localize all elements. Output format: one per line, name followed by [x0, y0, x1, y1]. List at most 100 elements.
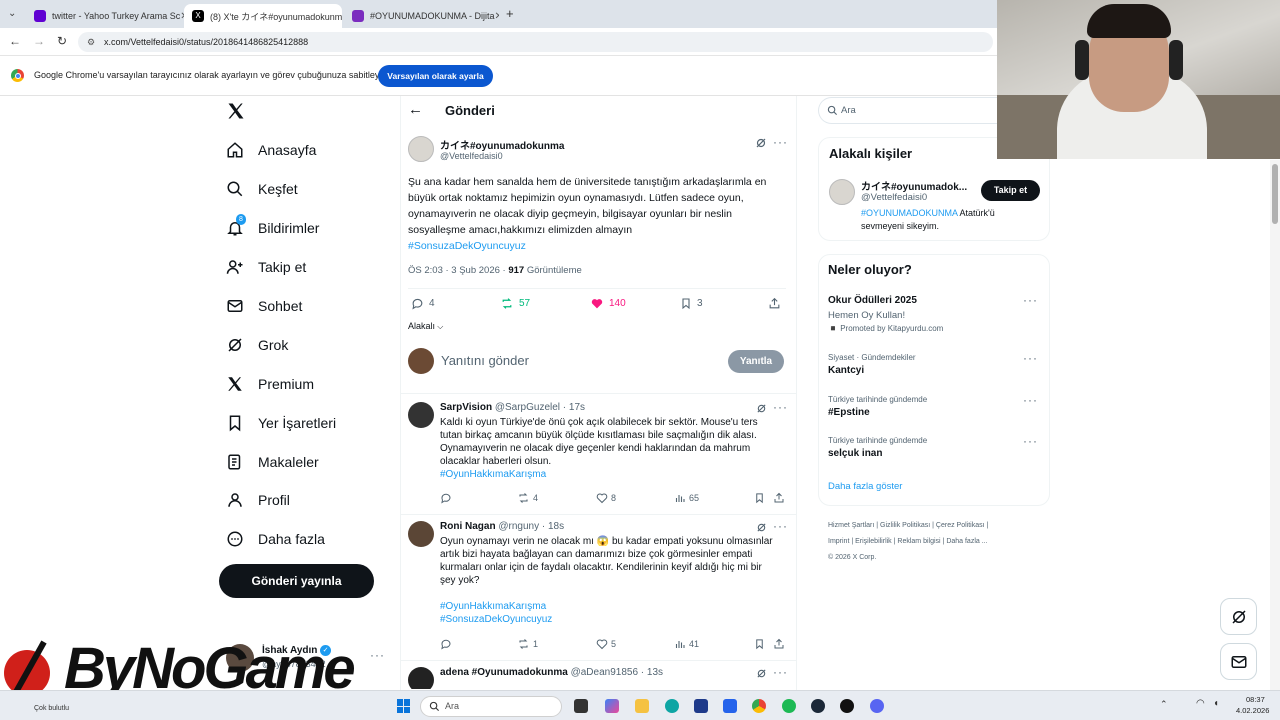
url-field[interactable]: ⚙ x.com/Vettelfedaisi0/status/2018641486… — [78, 32, 993, 52]
chrome-icon[interactable] — [752, 699, 766, 713]
reply-author[interactable]: Roni Nagan @rnguny · 18s — [440, 521, 564, 532]
reply-action[interactable]: 4 — [411, 297, 435, 310]
reply-input[interactable]: Yanıtını gönder — [441, 353, 711, 368]
nav-home[interactable]: Anasayfa — [226, 135, 316, 165]
bookmark-icon[interactable] — [754, 492, 765, 504]
nav-more[interactable]: Daha fazla — [226, 524, 325, 554]
reply-more-icon[interactable]: ··· — [773, 400, 788, 414]
close-icon[interactable]: ✕ — [495, 11, 499, 22]
share-icon[interactable] — [773, 492, 785, 504]
footer-link[interactable]: Erişilebilirlik — [855, 538, 892, 545]
post-author-name[interactable]: カイネ#oyunumadokunma — [440, 137, 564, 152]
messages-float-button[interactable] — [1220, 643, 1257, 680]
reply-author[interactable]: SarpVision @SarpGuzelel · 17s — [440, 402, 585, 413]
footer-link[interactable]: Çerez Politikası — [936, 522, 985, 529]
post-button[interactable]: Gönderi yayınla — [219, 564, 374, 598]
avatar[interactable] — [408, 521, 434, 547]
follow-button[interactable]: Takip et — [981, 180, 1040, 201]
avatar[interactable] — [829, 179, 855, 205]
reply-hashtag[interactable]: #SonsuzaDekOyuncuyuz — [440, 614, 552, 625]
scrollbar-thumb[interactable] — [1272, 164, 1278, 224]
trend-more-icon[interactable]: ··· — [1023, 293, 1038, 307]
reply-repost-action[interactable]: 1 — [517, 638, 538, 650]
nav-grok[interactable]: Grok — [226, 330, 288, 360]
clock-time[interactable]: 08:37 — [1246, 695, 1265, 704]
grok-icon[interactable] — [756, 522, 767, 533]
back-arrow-icon[interactable]: ← — [408, 101, 423, 118]
reply-tweet[interactable]: adena #Oyunumadokunma @aDean91856 · 13s … — [400, 667, 796, 689]
nav-articles[interactable]: Makaleler — [226, 447, 319, 477]
discord-icon[interactable] — [870, 699, 884, 713]
tray-chevron-icon[interactable]: ⌃ — [1160, 699, 1168, 710]
tab-x[interactable]: X (8) X'te カイネ#oyunumadokunm ✕ — [184, 4, 342, 28]
reply-tweet[interactable]: SarpVision @SarpGuzelel · 17s ··· Kaldı … — [400, 400, 796, 514]
post-more-icon[interactable]: ··· — [773, 135, 788, 149]
related-sort[interactable]: Alakalı ⌵ — [408, 321, 443, 332]
reply-author[interactable]: adena #Oyunumadokunma @aDean91856 · 13s — [440, 667, 663, 678]
avatar[interactable] — [408, 667, 434, 689]
avatar[interactable] — [408, 136, 434, 162]
grok-icon[interactable] — [756, 403, 767, 414]
post-hashtag[interactable]: #SonsuzaDekOyuncuyuz — [408, 240, 526, 252]
spotify-icon[interactable] — [782, 699, 796, 713]
reply-comment-action[interactable] — [440, 638, 455, 650]
trend-item[interactable]: Türkiye tarihinde gündemde selçuk inan ·… — [828, 434, 1038, 459]
nav-bookmarks[interactable]: Yer İşaretleri — [226, 408, 336, 438]
footer-link[interactable]: Daha fazla ... — [946, 538, 987, 545]
copilot-icon[interactable] — [605, 699, 619, 713]
trend-item[interactable]: Türkiye tarihinde gündemde #Epstine ··· — [828, 393, 1038, 418]
outlook-icon[interactable] — [723, 699, 737, 713]
reply-views-action[interactable]: 65 — [674, 492, 699, 504]
related-person-name[interactable]: カイネ#oyunumadok... — [861, 178, 967, 193]
reply-tweet[interactable]: Roni Nagan @rnguny · 18s ··· Oyun oynama… — [400, 519, 796, 653]
reload-icon[interactable]: ↻ — [57, 34, 67, 48]
reply-more-icon[interactable]: ··· — [773, 519, 788, 533]
forward-icon[interactable]: → — [33, 34, 45, 48]
volume-icon[interactable]: ◖ — [1213, 698, 1219, 709]
site-info-icon[interactable]: ⚙ — [87, 32, 95, 52]
reply-hashtag[interactable]: #OyunHakkımaKarışma — [440, 601, 546, 612]
file-explorer-icon[interactable] — [635, 699, 649, 713]
show-more-link[interactable]: Daha fazla göster — [828, 481, 902, 492]
grok-icon[interactable] — [756, 668, 767, 679]
task-view-icon[interactable] — [574, 699, 588, 713]
game-icon[interactable] — [840, 699, 854, 713]
reply-more-icon[interactable]: ··· — [773, 667, 788, 679]
bookmark-action[interactable]: 3 — [680, 297, 703, 310]
bio-hashtag[interactable]: #OYUNUMADOKUNMA — [861, 208, 958, 218]
x-logo-icon[interactable] — [226, 101, 246, 121]
weather-text[interactable]: Çok bulutlu — [34, 705, 69, 712]
reply-like-action[interactable]: 5 — [596, 638, 616, 650]
tab-yahoo[interactable]: twitter - Yahoo Turkey Arama Sc ✕ — [26, 4, 184, 28]
nav-explore[interactable]: Keşfet — [226, 174, 298, 204]
grok-float-button[interactable] — [1220, 598, 1257, 635]
new-tab-icon[interactable]: + — [506, 6, 514, 21]
like-action[interactable]: 140 — [590, 297, 626, 310]
windows-start-icon[interactable] — [397, 699, 411, 713]
nav-premium[interactable]: Premium — [226, 369, 314, 399]
bookmark-icon[interactable] — [754, 638, 765, 650]
footer-link[interactable]: Gizlilik Politikası — [880, 522, 930, 529]
reply-repost-action[interactable]: 4 — [517, 492, 538, 504]
post-time[interactable]: ÖS 2:03 · 3 Şub 2026 · — [408, 265, 508, 276]
steam-icon[interactable] — [811, 699, 825, 713]
nav-follow[interactable]: Takip et — [226, 252, 306, 282]
edge-icon[interactable] — [665, 699, 679, 713]
share-icon[interactable] — [768, 297, 781, 310]
scrollbar[interactable] — [1270, 160, 1280, 690]
trend-more-icon[interactable]: ··· — [1023, 434, 1038, 448]
reply-views-action[interactable]: 41 — [674, 638, 699, 650]
nav-notifications[interactable]: 8 Bildirimler — [226, 213, 319, 243]
nav-profile[interactable]: Profil — [226, 485, 290, 515]
footer-link[interactable]: Hizmet Şartları — [828, 522, 874, 529]
grok-icon[interactable] — [755, 137, 767, 149]
back-icon[interactable]: ← — [9, 34, 21, 48]
related-person-handle[interactable]: @Vettelfedaisi0 — [861, 192, 927, 203]
reply-submit-button[interactable]: Yanıtla — [728, 350, 784, 373]
avatar[interactable] — [408, 402, 434, 428]
reply-comment-action[interactable] — [440, 492, 455, 504]
repost-action[interactable]: 57 — [500, 297, 530, 310]
reply-like-action[interactable]: 8 — [596, 492, 616, 504]
trend-more-icon[interactable]: ··· — [1023, 393, 1038, 407]
tab-list-chevron-icon[interactable]: ⌄ — [8, 8, 16, 19]
